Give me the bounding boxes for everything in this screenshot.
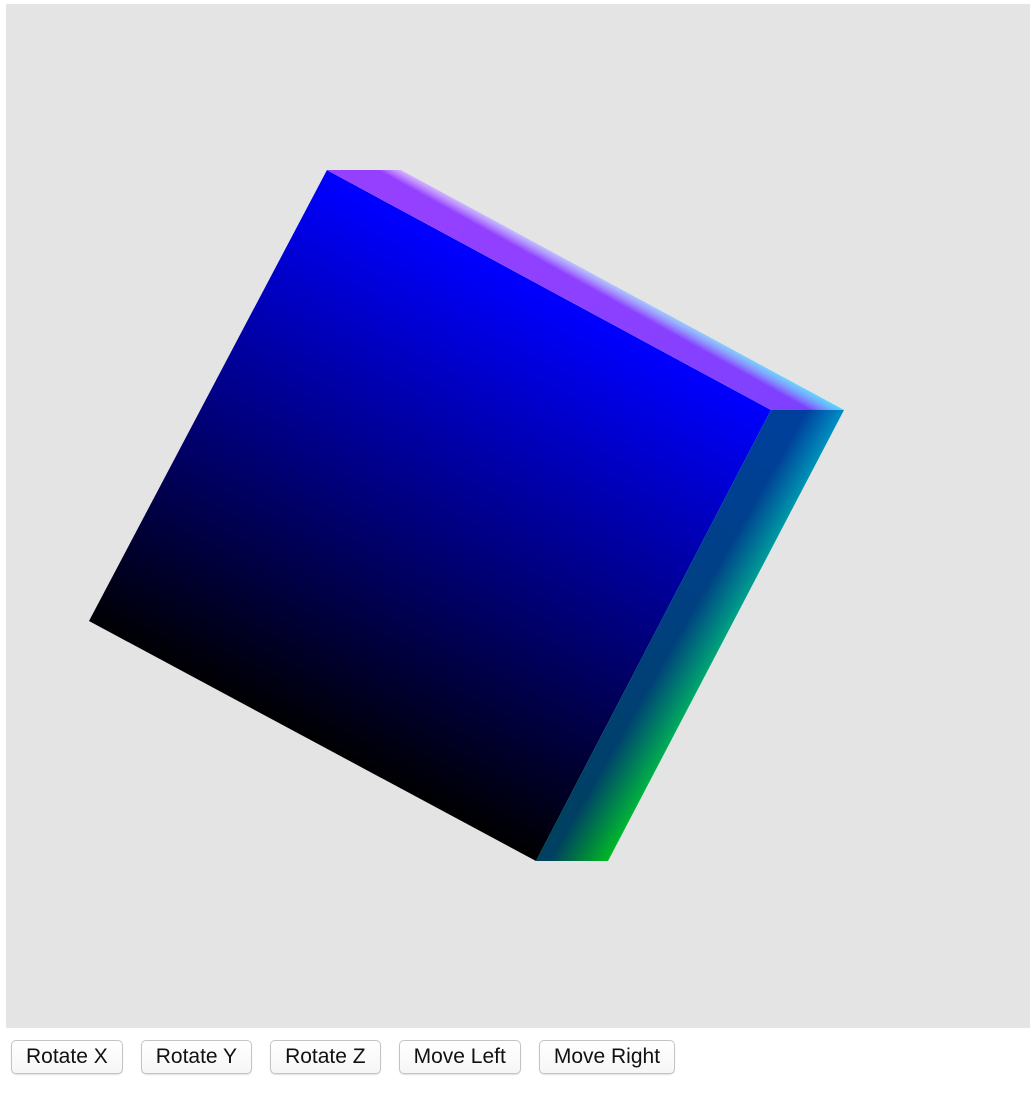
cube-front-face: [89, 170, 771, 861]
move-right-button[interactable]: Move Right: [538, 1040, 676, 1074]
rotate-x-button[interactable]: Rotate X: [11, 1040, 123, 1074]
rotate-z-button[interactable]: Rotate Z: [270, 1040, 381, 1074]
move-left-button[interactable]: Move Left: [398, 1040, 521, 1074]
rotate-y-button[interactable]: Rotate Y: [140, 1040, 253, 1074]
webgl-canvas[interactable]: [6, 4, 1030, 1028]
control-toolbar: Rotate X Rotate Y Rotate Z Move Left Mov…: [11, 1040, 676, 1074]
cube-render: [89, 170, 844, 861]
